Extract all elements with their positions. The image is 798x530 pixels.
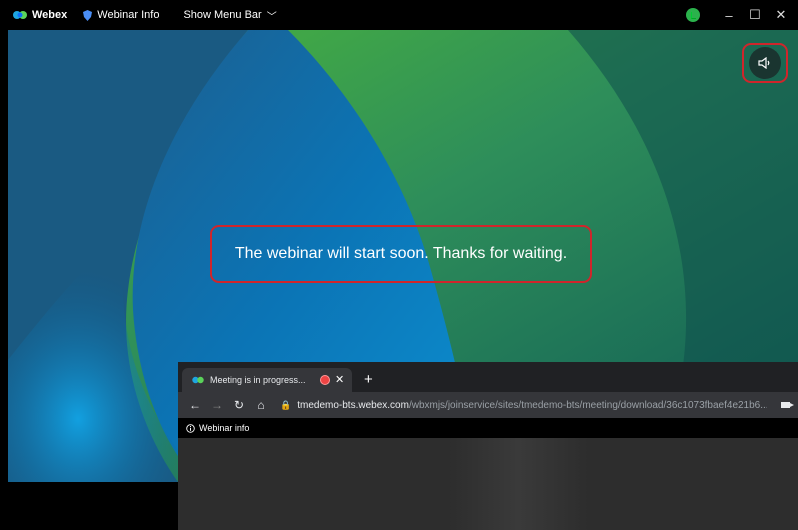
maximize-button[interactable]: ☐ <box>744 7 766 23</box>
audio-settings-button[interactable] <box>742 43 788 83</box>
url-host: tmedemo-bts.webex.com <box>297 399 409 411</box>
show-menu-bar-button[interactable]: Show Menu Bar ﹀ <box>183 0 276 30</box>
camera-icon[interactable] <box>781 402 795 408</box>
lock-icon[interactable]: 🔒 <box>280 400 291 411</box>
webinar-info-button[interactable]: Webinar Info <box>83 0 159 30</box>
browser-window: Meeting is in progress... ✕ + ← → ↻ ⌂ 🔒 … <box>178 362 798 530</box>
brand-label: Webex <box>32 9 68 21</box>
forward-arrow-icon[interactable]: → <box>206 398 228 412</box>
reload-icon[interactable]: ↻ <box>228 398 250 412</box>
webinar-info-label: Webinar Info <box>97 9 160 21</box>
shield-icon <box>83 9 93 21</box>
close-tab-icon[interactable]: ✕ <box>335 373 344 386</box>
address-bar[interactable]: tmedemo-bts.webex.com/wbxmjs/joinservice… <box>297 400 767 411</box>
webinar-info-link[interactable]: Webinar info <box>199 423 249 433</box>
browser-toolbar: ← → ↻ ⌂ 🔒 tmedemo-bts.webex.com/wbxmjs/j… <box>178 392 798 418</box>
browser-content <box>178 438 798 530</box>
url-path: /wbxmjs/joinservice/sites/tmedemo-bts/me… <box>408 399 768 411</box>
close-button[interactable]: ✕ <box>770 7 792 23</box>
recording-indicator-icon <box>320 375 330 385</box>
new-tab-button[interactable]: + <box>364 371 373 388</box>
stage-bottom-bar <box>8 482 180 530</box>
webex-brand[interactable]: Webex <box>0 0 67 30</box>
content-glow <box>448 438 588 530</box>
left-window-edge <box>0 30 8 530</box>
connection-status-icon[interactable] <box>686 8 700 22</box>
browser-tabstrip: Meeting is in progress... ✕ + <box>178 362 798 392</box>
show-menu-bar-label: Show Menu Bar <box>183 9 262 21</box>
webex-favicon-icon <box>192 376 204 384</box>
browser-tab[interactable]: Meeting is in progress... ✕ <box>182 368 352 392</box>
waiting-message-box: The webinar will start soon. Thanks for … <box>210 225 592 283</box>
back-arrow-icon[interactable]: ← <box>184 398 206 412</box>
audio-button-circle <box>749 47 781 79</box>
info-icon <box>186 423 195 433</box>
home-icon[interactable]: ⌂ <box>250 398 272 412</box>
webinar-info-bar: Webinar info <box>178 418 798 438</box>
speaker-icon <box>758 57 770 69</box>
waiting-message: The webinar will start soon. Thanks for … <box>234 245 568 262</box>
minimize-button[interactable]: – <box>718 8 740 23</box>
webex-logo-icon <box>13 11 27 19</box>
window-controls: – ☐ ✕ <box>686 0 792 30</box>
app-titlebar: Webex Webinar Info Show Menu Bar ﹀ – ☐ ✕ <box>0 0 798 30</box>
chevron-down-icon: ﹀ <box>266 11 277 23</box>
tab-title: Meeting is in progress... <box>210 375 306 385</box>
